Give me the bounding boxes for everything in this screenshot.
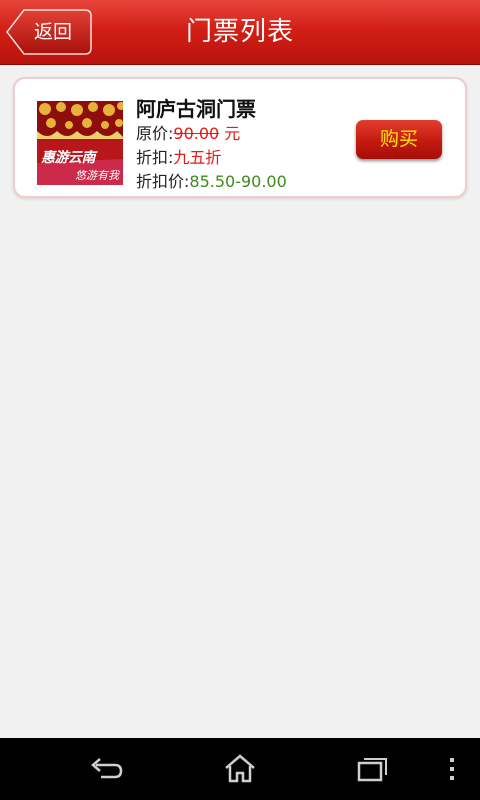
currency-unit: 元 xyxy=(219,124,241,143)
app-header: 返回 门票列表 xyxy=(0,0,480,65)
discount-price-row: 折扣价:85.50-90.00 xyxy=(136,170,356,194)
ticket-list-item[interactable]: 惠游云南 悠游有我 阿庐古洞门票 原价:90.00 元 折扣:九五折 折扣价:8… xyxy=(13,77,467,198)
nav-back-button[interactable] xyxy=(77,750,137,788)
ticket-name: 阿庐古洞门票 xyxy=(136,97,256,121)
thumbnail-subtitle: 悠游有我 xyxy=(75,169,119,182)
back-icon xyxy=(91,758,123,779)
discount-row: 折扣:九五折 xyxy=(136,146,356,170)
nav-menu-button[interactable] xyxy=(432,750,472,788)
ticket-thumbnail: 惠游云南 悠游有我 xyxy=(37,101,123,185)
system-navigation-bar xyxy=(0,738,480,800)
back-button-label: 返回 xyxy=(34,21,73,43)
original-price-label: 原价: xyxy=(136,124,174,143)
back-button[interactable]: 返回 xyxy=(6,9,92,55)
nav-home-button[interactable] xyxy=(210,750,270,788)
ticket-info: 阿庐古洞门票 原价:90.00 元 折扣:九五折 折扣价:85.50-90.00 xyxy=(136,96,356,194)
menu-icon xyxy=(450,758,454,780)
recent-apps-icon xyxy=(357,758,387,782)
original-price-value: 90.00 xyxy=(173,124,220,143)
discount-value: 九五折 xyxy=(173,148,222,167)
home-icon xyxy=(225,754,255,783)
original-price-row: 原价:90.00 元 xyxy=(136,122,356,146)
nav-recent-apps-button[interactable] xyxy=(343,750,403,788)
buy-button[interactable]: 购买 xyxy=(356,120,442,159)
discount-price-label: 折扣价: xyxy=(136,172,190,191)
discount-label: 折扣: xyxy=(136,148,174,167)
thumbnail-title: 惠游云南 xyxy=(41,150,96,166)
discount-price-value: 85.50-90.00 xyxy=(189,172,287,191)
